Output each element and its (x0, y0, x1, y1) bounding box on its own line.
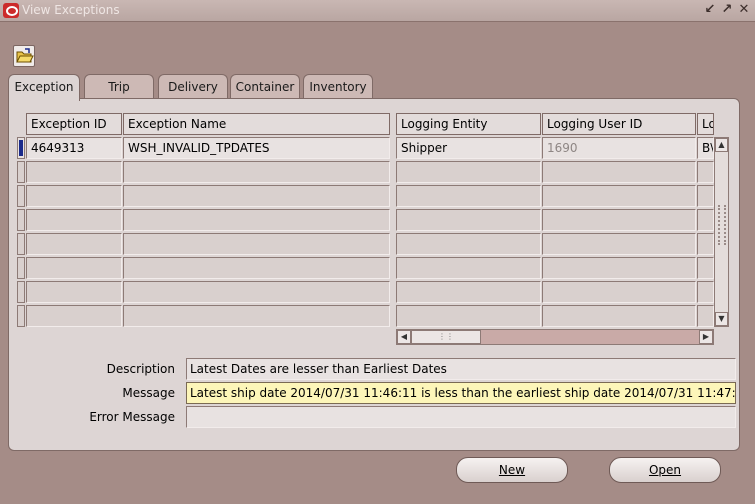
empty-cell[interactable] (396, 257, 541, 279)
cell-exception-name[interactable]: WSH_INVALID_TPDATES (123, 137, 390, 159)
empty-cell[interactable] (542, 161, 696, 183)
empty-cell[interactable] (396, 161, 541, 183)
empty-cell[interactable] (542, 185, 696, 207)
empty-cell[interactable] (697, 161, 714, 183)
empty-cell[interactable] (542, 233, 696, 255)
empty-cell[interactable] (542, 305, 696, 327)
maximize-icon[interactable]: ↗ (720, 3, 734, 17)
oracle-app-icon (3, 3, 19, 18)
empty-cell[interactable] (697, 233, 714, 255)
row-indicator-current[interactable] (17, 137, 25, 159)
row-indicator[interactable] (17, 161, 25, 183)
tab-trip[interactable]: Trip (84, 74, 154, 99)
empty-cell[interactable] (396, 233, 541, 255)
empty-cell[interactable] (123, 161, 390, 183)
minimize-icon[interactable]: ↙ (703, 3, 717, 17)
column-header-logging-truncated[interactable]: Lo (697, 113, 714, 135)
empty-cell[interactable] (123, 233, 390, 255)
cell-logging-user-id[interactable]: 1690 (542, 137, 696, 159)
column-header-logging-user-id[interactable]: Logging User ID (542, 113, 696, 135)
scroll-down-icon[interactable]: ▼ (715, 312, 728, 326)
empty-cell[interactable] (697, 209, 714, 231)
message-field[interactable]: Latest ship date 2014/07/31 11:46:11 is … (186, 382, 736, 404)
row-indicator[interactable] (17, 305, 25, 327)
cell-logging-truncated[interactable]: B\ (697, 137, 714, 159)
empty-cell[interactable] (123, 257, 390, 279)
description-field[interactable]: Latest Dates are lesser than Earliest Da… (186, 358, 736, 380)
open-folder-button[interactable] (13, 45, 35, 67)
empty-cell[interactable] (542, 257, 696, 279)
row-indicator[interactable] (17, 185, 25, 207)
tab-label: Exception (14, 80, 74, 94)
scroll-left-icon[interactable]: ◀ (397, 330, 411, 344)
row-indicator[interactable] (17, 281, 25, 303)
new-button-label: New (498, 463, 526, 477)
new-button[interactable]: New (456, 457, 568, 483)
message-label: Message (122, 386, 175, 400)
empty-cell[interactable] (396, 185, 541, 207)
empty-cell[interactable] (697, 257, 714, 279)
column-header-exception-name[interactable]: Exception Name (123, 113, 390, 135)
cell-logging-entity[interactable]: Shipper (396, 137, 541, 159)
tab-exception[interactable]: Exception (8, 74, 80, 101)
row-indicator[interactable] (17, 209, 25, 231)
tab-container[interactable]: Container (230, 74, 300, 99)
tab-label: Container (235, 80, 295, 94)
empty-cell[interactable] (26, 185, 122, 207)
empty-cell[interactable] (26, 305, 122, 327)
horizontal-scroll-thumb[interactable]: ⋮⋮ (411, 330, 481, 344)
open-folder-icon (16, 48, 34, 63)
empty-cell[interactable] (26, 209, 122, 231)
empty-cell[interactable] (396, 281, 541, 303)
open-button[interactable]: Open (609, 457, 721, 483)
tab-label: Trip (108, 80, 130, 94)
empty-cell[interactable] (396, 305, 541, 327)
tab-inventory[interactable]: Inventory (303, 74, 373, 99)
empty-cell[interactable] (542, 281, 696, 303)
empty-cell[interactable] (697, 305, 714, 327)
empty-cell[interactable] (123, 209, 390, 231)
column-header-exception-id[interactable]: Exception ID (26, 113, 122, 135)
row-indicator[interactable] (17, 257, 25, 279)
column-header-logging-entity[interactable]: Logging Entity (396, 113, 541, 135)
empty-cell[interactable] (396, 209, 541, 231)
tab-delivery[interactable]: Delivery (158, 74, 228, 99)
close-icon[interactable]: ✕ (737, 3, 751, 17)
window-title: View Exceptions (22, 3, 120, 17)
tab-label: Inventory (309, 80, 367, 94)
error-message-field[interactable] (186, 406, 736, 428)
empty-cell[interactable] (26, 161, 122, 183)
cell-exception-id[interactable]: 4649313 (26, 137, 122, 159)
empty-cell[interactable] (26, 281, 122, 303)
empty-cell[interactable] (697, 281, 714, 303)
empty-cell[interactable] (26, 257, 122, 279)
open-button-label: Open (648, 463, 682, 477)
empty-cell[interactable] (26, 233, 122, 255)
error-message-label: Error Message (89, 410, 175, 424)
scroll-right-icon[interactable]: ▶ (699, 330, 713, 344)
description-label: Description (106, 362, 175, 376)
scroll-up-icon[interactable]: ▲ (715, 138, 728, 152)
empty-cell[interactable] (123, 185, 390, 207)
empty-cell[interactable] (123, 281, 390, 303)
empty-cell[interactable] (542, 209, 696, 231)
tab-label: Delivery (168, 80, 218, 94)
scroll-grip-icon[interactable] (718, 205, 726, 245)
row-indicator[interactable] (17, 233, 25, 255)
empty-cell[interactable] (697, 185, 714, 207)
empty-cell[interactable] (123, 305, 390, 327)
